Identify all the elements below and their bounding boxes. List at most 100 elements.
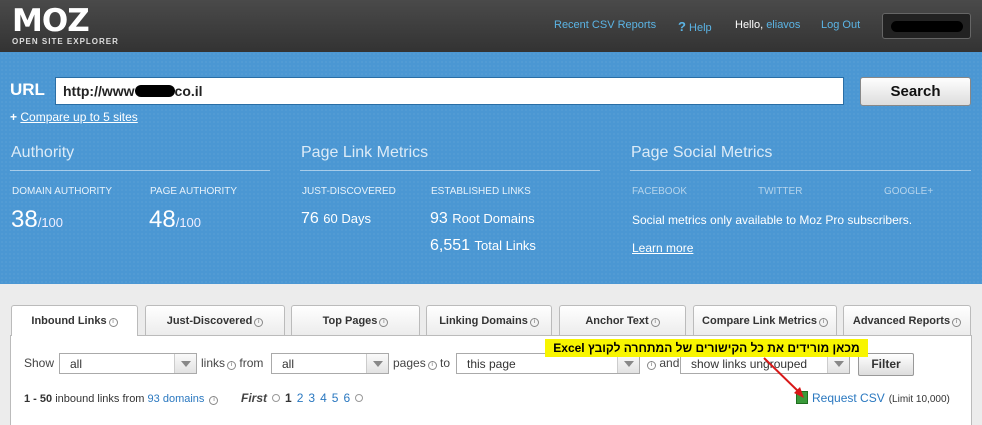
page-link-2[interactable]: 2 bbox=[297, 391, 304, 405]
info-icon: i bbox=[650, 318, 660, 327]
tab-linking-domains[interactable]: Linking Domains i bbox=[426, 305, 552, 335]
hello-text: Hello, bbox=[735, 19, 764, 31]
social-divider bbox=[630, 170, 971, 171]
target-value: this page bbox=[467, 357, 516, 371]
root-domains-value: 93 Root Domains bbox=[430, 210, 535, 228]
tab-top-pages[interactable]: Top Pages i bbox=[291, 305, 420, 335]
redacted-domain bbox=[134, 85, 175, 97]
page-link-5[interactable]: 5 bbox=[332, 391, 339, 405]
link-type-value: all bbox=[70, 357, 83, 371]
help-label: Help bbox=[689, 22, 712, 34]
page-authority-label: PAGE AUTHORITY bbox=[150, 186, 238, 197]
page-authority-max: /100 bbox=[175, 215, 202, 230]
logo-text: MOZ bbox=[12, 3, 90, 39]
page-link-4[interactable]: 4 bbox=[320, 391, 327, 405]
tab-advanced-reports[interactable]: Advanced Reports i bbox=[843, 305, 971, 335]
from-text: from bbox=[239, 356, 264, 370]
tab-label: Anchor Text bbox=[585, 315, 649, 327]
to-text: to bbox=[440, 356, 451, 370]
tab-label: Advanced Reports bbox=[852, 315, 951, 327]
page-link-6[interactable]: 6 bbox=[343, 391, 350, 405]
logout-link[interactable]: Log Out bbox=[821, 19, 860, 31]
results-range: 1 - 50 bbox=[24, 393, 53, 405]
info-icon: i bbox=[647, 361, 656, 370]
tab-label: Linking Domains bbox=[439, 315, 528, 327]
tab-anchor-text[interactable]: Anchor Text i bbox=[559, 305, 686, 335]
chevron-down-icon bbox=[366, 354, 388, 373]
domains-link[interactable]: 93 domains bbox=[148, 393, 205, 405]
page-link-3[interactable]: 3 bbox=[308, 391, 315, 405]
authority-divider bbox=[10, 170, 270, 171]
recent-csv-link[interactable]: Recent CSV Reports bbox=[554, 19, 656, 31]
compare-plus: + bbox=[10, 110, 18, 124]
just-discovered-unit: 60 Days bbox=[323, 211, 371, 226]
domain-authority-max: /100 bbox=[37, 215, 64, 230]
root-domains-unit: Root Domains bbox=[452, 211, 535, 226]
and-text: and bbox=[659, 356, 680, 370]
info-icon: i bbox=[227, 361, 237, 370]
next-page-icon[interactable] bbox=[355, 394, 364, 402]
tab-just-discovered[interactable]: Just-Discovered i bbox=[145, 305, 285, 335]
search-button[interactable]: Search bbox=[860, 77, 971, 106]
logo-subtitle: OPEN SITE EXPLORER bbox=[12, 37, 119, 46]
pages-label: pages i to bbox=[393, 356, 450, 370]
source-value: all bbox=[282, 357, 295, 371]
page-link-metrics-title: Page Link Metrics bbox=[301, 144, 429, 161]
tab-label: Top Pages bbox=[322, 315, 378, 327]
google-plus-label: GOOGLE+ bbox=[884, 186, 934, 197]
results-text: inbound links from bbox=[55, 393, 145, 405]
learn-more-link[interactable]: Learn more bbox=[632, 241, 693, 255]
info-icon: i bbox=[254, 318, 264, 327]
info-icon: i bbox=[952, 318, 962, 327]
tab-label: Compare Link Metrics bbox=[702, 315, 817, 327]
social-note: Social metrics only available to Moz Pro… bbox=[632, 213, 913, 227]
page-link-1[interactable]: 1 bbox=[285, 391, 292, 405]
facebook-label: FACEBOOK bbox=[632, 186, 688, 197]
page-link-divider bbox=[300, 170, 600, 171]
search-band: URL http://www co.il Search + Compare up … bbox=[0, 52, 982, 284]
moz-logo[interactable]: MOZ OPEN SITE EXPLORER bbox=[12, 3, 119, 47]
just-discovered-label: JUST-DISCOVERED bbox=[302, 186, 396, 197]
request-csv: Request CSV (Limit 10,000) bbox=[796, 391, 950, 405]
page-authority-value: 48/100 bbox=[149, 206, 201, 234]
twitter-label: TWITTER bbox=[758, 186, 803, 197]
tab-label: Inbound Links bbox=[31, 315, 107, 327]
total-links-value: 6,551 Total Links bbox=[430, 237, 536, 255]
domain-authority-label: DOMAIN AUTHORITY bbox=[12, 186, 113, 197]
info-icon: i bbox=[427, 361, 437, 370]
domain-authority-number: 38 bbox=[11, 206, 38, 233]
info-icon: i bbox=[529, 318, 539, 327]
tab-compare-link-metrics[interactable]: Compare Link Metrics i bbox=[693, 305, 837, 335]
link-type-select[interactable]: all bbox=[59, 353, 197, 374]
and-label: i and bbox=[645, 356, 679, 370]
page-authority-number: 48 bbox=[149, 206, 176, 233]
compare-sites[interactable]: + Compare up to 5 sites bbox=[10, 110, 138, 124]
authority-title: Authority bbox=[11, 144, 75, 161]
tab-inbound-links[interactable]: Inbound Links i bbox=[11, 305, 138, 336]
annotation-arrow-icon bbox=[763, 357, 804, 398]
info-icon: i bbox=[209, 396, 219, 405]
total-links-unit: Total Links bbox=[474, 238, 536, 253]
account-box[interactable] bbox=[882, 13, 971, 39]
info-icon: i bbox=[818, 318, 828, 327]
compare-link[interactable]: Compare up to 5 sites bbox=[20, 110, 137, 124]
username-link[interactable]: eliavos bbox=[766, 19, 800, 31]
links-text: links bbox=[201, 356, 226, 370]
source-select[interactable]: all bbox=[271, 353, 389, 374]
help-icon: ? bbox=[678, 19, 686, 34]
info-icon: i bbox=[379, 318, 389, 327]
show-label: Show bbox=[24, 356, 55, 370]
results-summary: 1 - 50 inbound links from 93 domains i bbox=[24, 393, 219, 405]
pagination: First 1 2 3 4 5 6 bbox=[241, 391, 368, 405]
first-page-link[interactable]: First bbox=[241, 391, 267, 405]
url-suffix: co.il bbox=[174, 83, 203, 99]
help-link[interactable]: ? Help bbox=[678, 19, 712, 34]
request-csv-link[interactable]: Request CSV bbox=[812, 391, 885, 405]
url-label: URL bbox=[10, 80, 45, 99]
links-label: links i from bbox=[201, 356, 263, 370]
user-greeting: Hello, eliavos bbox=[735, 19, 800, 31]
domain-authority-value: 38/100 bbox=[11, 206, 63, 234]
pages-text: pages bbox=[393, 356, 426, 370]
url-input[interactable]: http://www co.il bbox=[55, 77, 844, 105]
prev-page-icon[interactable] bbox=[272, 394, 281, 402]
